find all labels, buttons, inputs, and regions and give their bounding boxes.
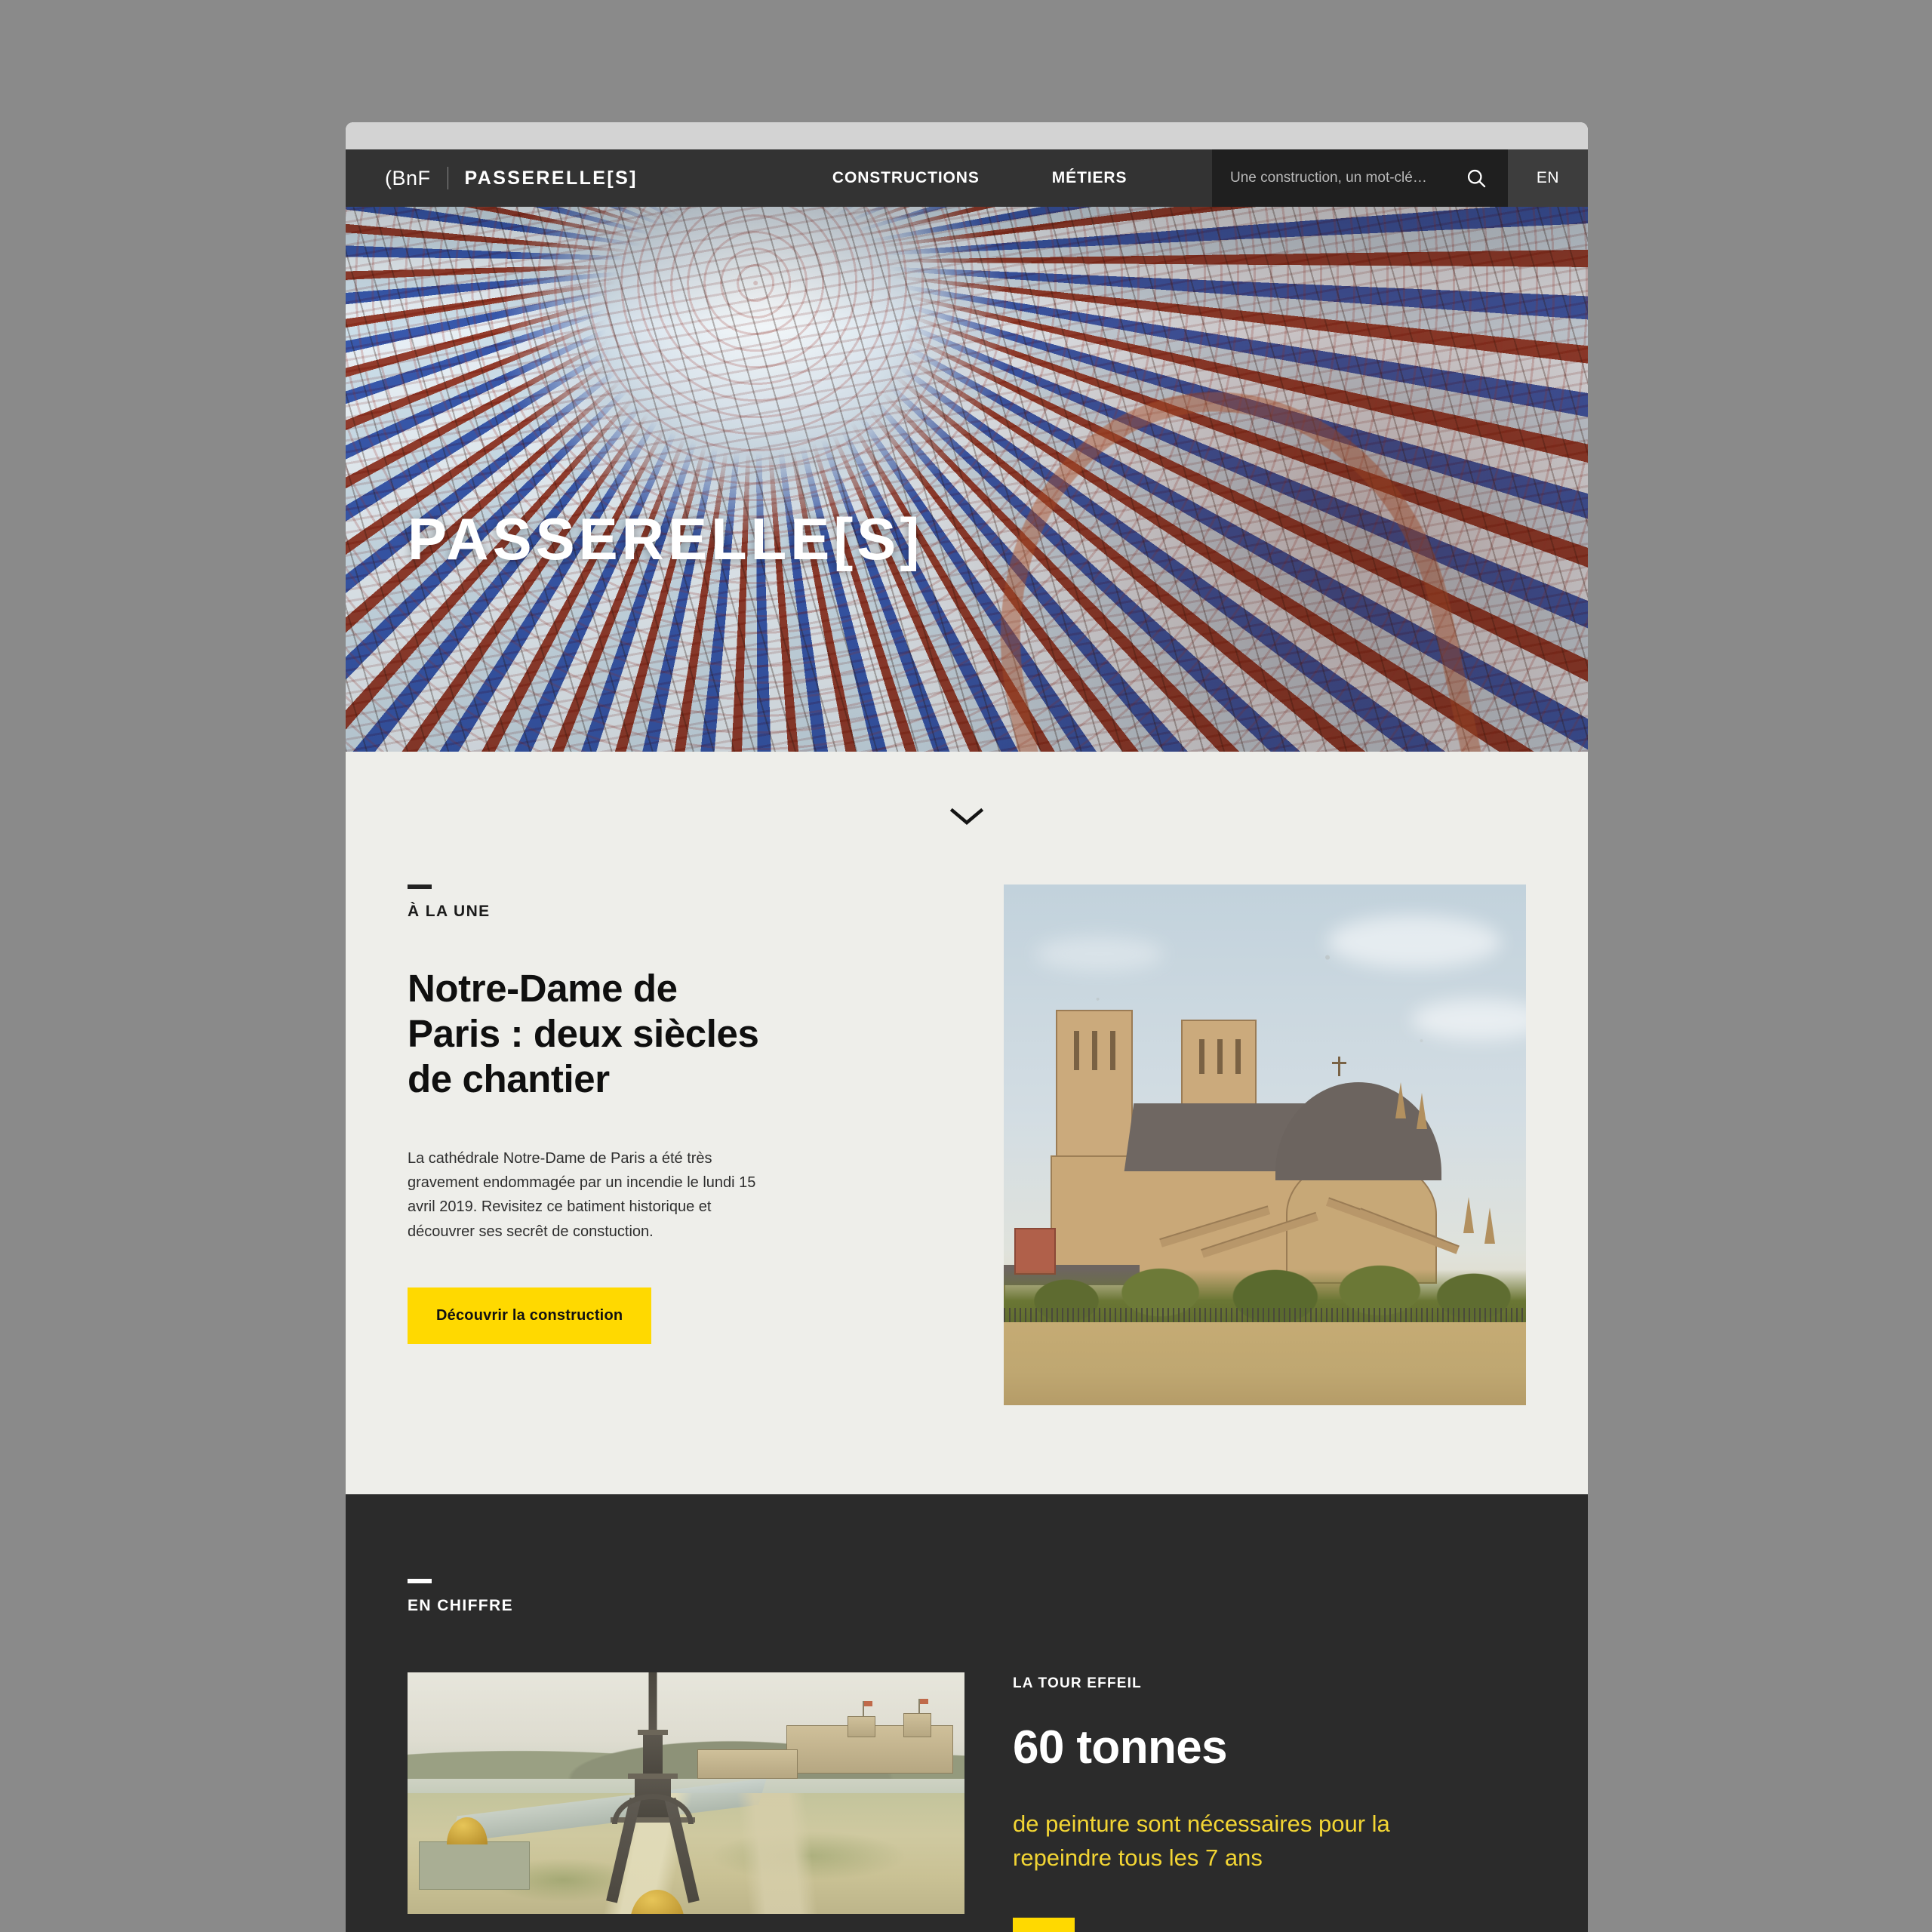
ef-palais-tower-a (903, 1713, 931, 1738)
chevron-down-icon[interactable] (949, 807, 984, 826)
ef-galerie (697, 1749, 798, 1779)
stats-cta-button[interactable] (1013, 1917, 1075, 1932)
featured-text-column: À LA UNE Notre-Dame de Paris : deux sièc… (408, 884, 761, 1405)
ef-mast (648, 1672, 657, 1737)
ef-pavilion-left (418, 1841, 531, 1890)
browser-chrome-bar (346, 122, 1588, 149)
featured-eyebrow: À LA UNE (408, 903, 491, 920)
ef-upper-shaft (642, 1732, 663, 1778)
featured-image-column (806, 884, 1526, 1405)
bnf-logo: (BnF (385, 166, 431, 189)
featured-title: Notre-Dame de Paris : deux siècles de ch… (408, 967, 759, 1101)
stat-subject-label: LA TOUR EFFEIL (1013, 1675, 1142, 1691)
featured-body: La cathédrale Notre-Dame de Paris a été … (408, 1149, 756, 1240)
site-header: (BnF PASSERELLE[S] CONSTRUCTIONS MÉTIERS… (346, 149, 1588, 207)
stats-grid: LA TOUR EFFEIL 60 tonnes de peinture son… (408, 1672, 1526, 1932)
ef-flag-b (863, 1701, 873, 1717)
hero-arch-decoration (952, 349, 1484, 752)
scroll-hint-area (346, 752, 1588, 851)
brand-lockup[interactable]: (BnF PASSERELLE[S] (346, 149, 638, 207)
nav-item-constructions[interactable]: CONSTRUCTIONS (832, 169, 980, 187)
hero-section: PASSERELLE[S] Explorez les constructions… (346, 207, 1588, 752)
hero-title: PASSERELLE[S] (408, 506, 924, 572)
ef-palais-tower-b (848, 1715, 875, 1738)
screenshot-viewport: (BnF PASSERELLE[S] CONSTRUCTIONS MÉTIERS… (0, 0, 1932, 1932)
section-rule (408, 884, 432, 889)
stats-section: EN CHIFFRE LA TOUR EFFEIL 60 tonnes de p… (346, 1494, 1588, 1932)
search-input[interactable] (1230, 170, 1466, 186)
notre-dame-illustration (1004, 884, 1526, 1405)
stat-description: de peinture sont nécessaires pour la rep… (1013, 1810, 1390, 1871)
ef-platform-2 (627, 1773, 678, 1779)
ef-flag-a (918, 1699, 928, 1715)
language-toggle[interactable]: EN (1508, 149, 1588, 207)
search-box[interactable] (1212, 149, 1508, 207)
nav-item-metiers[interactable]: MÉTIERS (1052, 169, 1128, 187)
ef-base-arch (611, 1793, 694, 1824)
search-icon (1467, 169, 1486, 188)
primary-nav: CONSTRUCTIONS MÉTIERS (832, 149, 1128, 207)
stats-section-rule (408, 1579, 432, 1583)
ef-platform-3 (637, 1730, 668, 1735)
stats-text-column: LA TOUR EFFEIL 60 tonnes de peinture son… (1013, 1672, 1526, 1932)
browser-window: (BnF PASSERELLE[S] CONSTRUCTIONS MÉTIERS… (346, 122, 1588, 1932)
site-logo-text: PASSERELLE[S] (464, 167, 638, 189)
stats-eyebrow: EN CHIFFRE (408, 1597, 513, 1614)
discover-construction-button[interactable]: Découvrir la construction (408, 1287, 652, 1345)
hero-background-image (346, 207, 1588, 752)
search-button[interactable] (1466, 168, 1487, 189)
featured-section: À LA UNE Notre-Dame de Paris : deux sièc… (346, 851, 1588, 1494)
nd-paper-grain (1004, 884, 1526, 1405)
stat-figure: 60 tonnes (1013, 1721, 1228, 1774)
eiffel-tower-illustration (408, 1672, 964, 1914)
ef-tower (603, 1672, 703, 1903)
